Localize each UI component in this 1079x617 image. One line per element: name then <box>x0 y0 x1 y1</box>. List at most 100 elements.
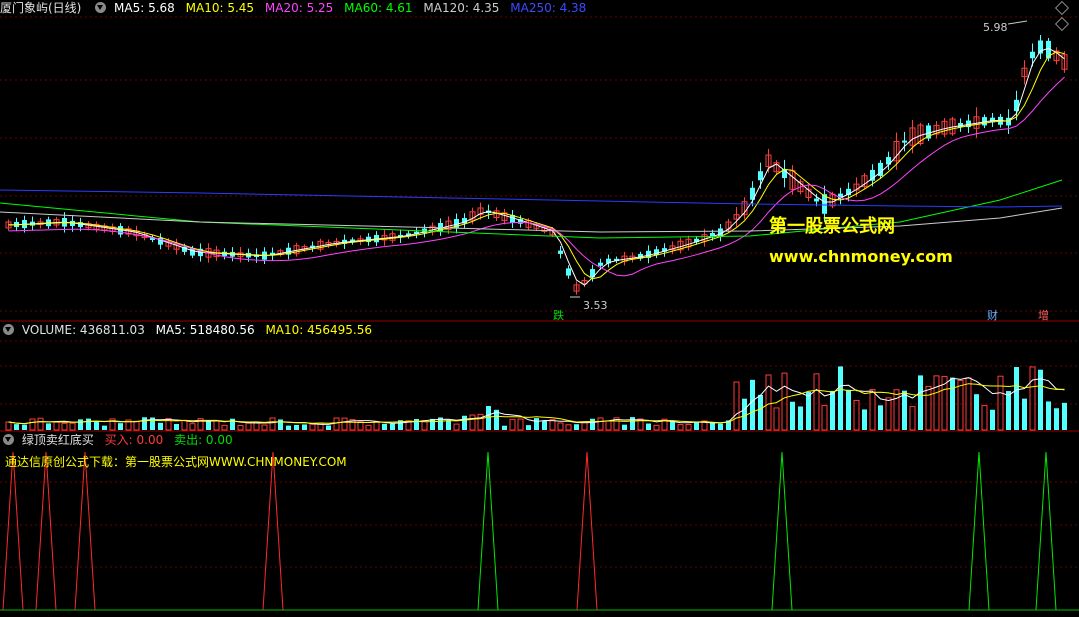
ma60-line <box>0 179 1063 239</box>
volume-bar-down <box>838 366 843 430</box>
volume-bar-down <box>806 391 811 430</box>
price-pane[interactable]: 厦门象屿(日线) MA5: 5.68 MA10: 5.45 MA20: 5.25… <box>0 0 1079 322</box>
ma5-label: MA5: 5.68 <box>114 1 175 15</box>
buy-value: 买入: 0.00 <box>104 433 164 447</box>
ma120-line <box>0 207 1063 233</box>
indicator-note: 通达信原创公式下载：第一股票公式网WWW.CHNMONEY.COM <box>5 455 347 469</box>
sell-signal-spike <box>771 451 793 611</box>
volume-bar-down <box>758 394 763 430</box>
volume-bar-down <box>902 390 907 430</box>
ma120-label: MA120: 4.35 <box>423 1 500 15</box>
volume-bar-down <box>646 423 651 430</box>
volume-bar-down <box>526 425 531 430</box>
volume-bar-up <box>213 420 220 431</box>
ma250-label: MA250: 4.38 <box>510 1 587 15</box>
volume-bar-up <box>653 424 660 431</box>
event-marker-zeng[interactable]: 增 <box>1038 307 1049 323</box>
volume-bar-down <box>750 379 755 430</box>
volume-bar-down <box>1006 391 1011 430</box>
ma20-label: MA20: 5.25 <box>264 1 334 15</box>
indicator-pane[interactable]: 绿顶卖红底买 买入: 0.00 卖出: 0.00 通达信原创公式下载：第一股票公… <box>0 432 1079 617</box>
candle-down <box>598 262 603 266</box>
candle-down <box>902 140 907 143</box>
volume-bar-down <box>742 398 747 430</box>
sell-signal-spike <box>968 451 990 611</box>
volume-bar-up <box>997 375 1004 431</box>
candle-down <box>558 250 563 254</box>
chevron-down-icon[interactable] <box>95 2 107 13</box>
low-price-label: 3.53 <box>583 299 608 312</box>
volume-bar-up <box>357 421 364 431</box>
volume-bar-down <box>382 423 387 430</box>
stock-name: 厦门象屿(日线) <box>0 1 82 15</box>
volume-bar-down <box>710 422 715 430</box>
volume-bar-down <box>86 418 91 430</box>
volume-bar-up <box>133 420 140 431</box>
volume-bar-up <box>221 424 228 431</box>
volume-bar-up <box>981 405 988 431</box>
buy-signal-spike <box>262 451 284 611</box>
volume-bar-up <box>765 374 772 431</box>
volume-bar-down <box>574 424 579 430</box>
volume-bar-up <box>37 417 44 431</box>
volume-bar-down <box>1062 402 1067 430</box>
volume-bar-up <box>565 424 572 431</box>
indicator-title: 绿顶卖红底买 <box>21 433 94 447</box>
volume-bar-down <box>918 375 923 430</box>
volume-bar-up <box>53 421 60 431</box>
volume-bar-down <box>294 424 299 430</box>
volume-pane[interactable]: VOLUME: 436811.03 MA5: 518480.56 MA10: 4… <box>0 322 1079 432</box>
event-marker-die[interactable]: 跌 <box>553 307 564 323</box>
volume-bar-up <box>477 413 484 431</box>
candle-down <box>758 171 763 181</box>
volume-bar-up <box>469 414 476 431</box>
volume-bar-down <box>1014 367 1019 430</box>
volume-bar-down <box>878 405 883 430</box>
volume-bar-up <box>261 424 268 431</box>
volume-bar-up <box>925 385 932 431</box>
volume-bar-down <box>950 377 955 430</box>
volume-bar-up <box>781 372 788 431</box>
volume-bar-down <box>790 401 795 430</box>
volume-bar-up <box>245 422 252 431</box>
event-marker-cai[interactable]: 财 <box>987 307 998 323</box>
volume-bar-down <box>94 421 99 430</box>
volume-ma5: MA5: 518480.56 <box>155 323 255 337</box>
chevron-down-icon[interactable] <box>3 434 14 445</box>
volume-bar-up <box>933 375 940 431</box>
buy-signal-spike <box>35 451 57 611</box>
high-pointer <box>1007 20 1028 25</box>
volume-chart[interactable] <box>0 322 1079 432</box>
volume-bar-down <box>1022 398 1027 430</box>
volume-bar-up <box>853 399 860 431</box>
volume-ma10: MA10: 456495.56 <box>265 323 373 337</box>
volume-bar-up <box>909 406 916 431</box>
volume-bar-down <box>78 419 83 430</box>
volume-bar-down <box>630 417 635 430</box>
sell-signal-spike <box>477 451 499 611</box>
volume-bar-up <box>373 421 380 431</box>
volume-bar-up <box>685 424 692 431</box>
volume-bar-down <box>1054 408 1059 430</box>
volume-bar-up <box>1029 366 1036 431</box>
volume-bar-up <box>69 422 76 431</box>
buy-signal-spike <box>74 451 96 611</box>
volume-bar-down <box>390 423 395 430</box>
volume-bar-down <box>1046 401 1051 430</box>
volume-bar-down <box>718 423 723 430</box>
volume-bar-up <box>557 422 564 431</box>
volume-bar-up <box>893 389 900 431</box>
volume-bar-up <box>29 418 36 431</box>
volume-header: VOLUME: 436811.03 MA5: 518480.56 MA10: 4… <box>0 322 379 338</box>
volume-bar-down <box>622 424 627 430</box>
volume-bar-up <box>269 417 276 431</box>
volume-bar-up <box>821 404 828 431</box>
volume-bar-up <box>309 423 316 431</box>
volume-bar-down <box>142 417 147 430</box>
candlestick-chart[interactable] <box>0 0 1079 322</box>
volume-bar-up <box>453 423 460 431</box>
candle-down <box>566 268 571 276</box>
chevron-down-icon[interactable] <box>3 324 14 335</box>
volume-bar-down <box>302 424 307 430</box>
volume-bar-down <box>102 425 107 430</box>
